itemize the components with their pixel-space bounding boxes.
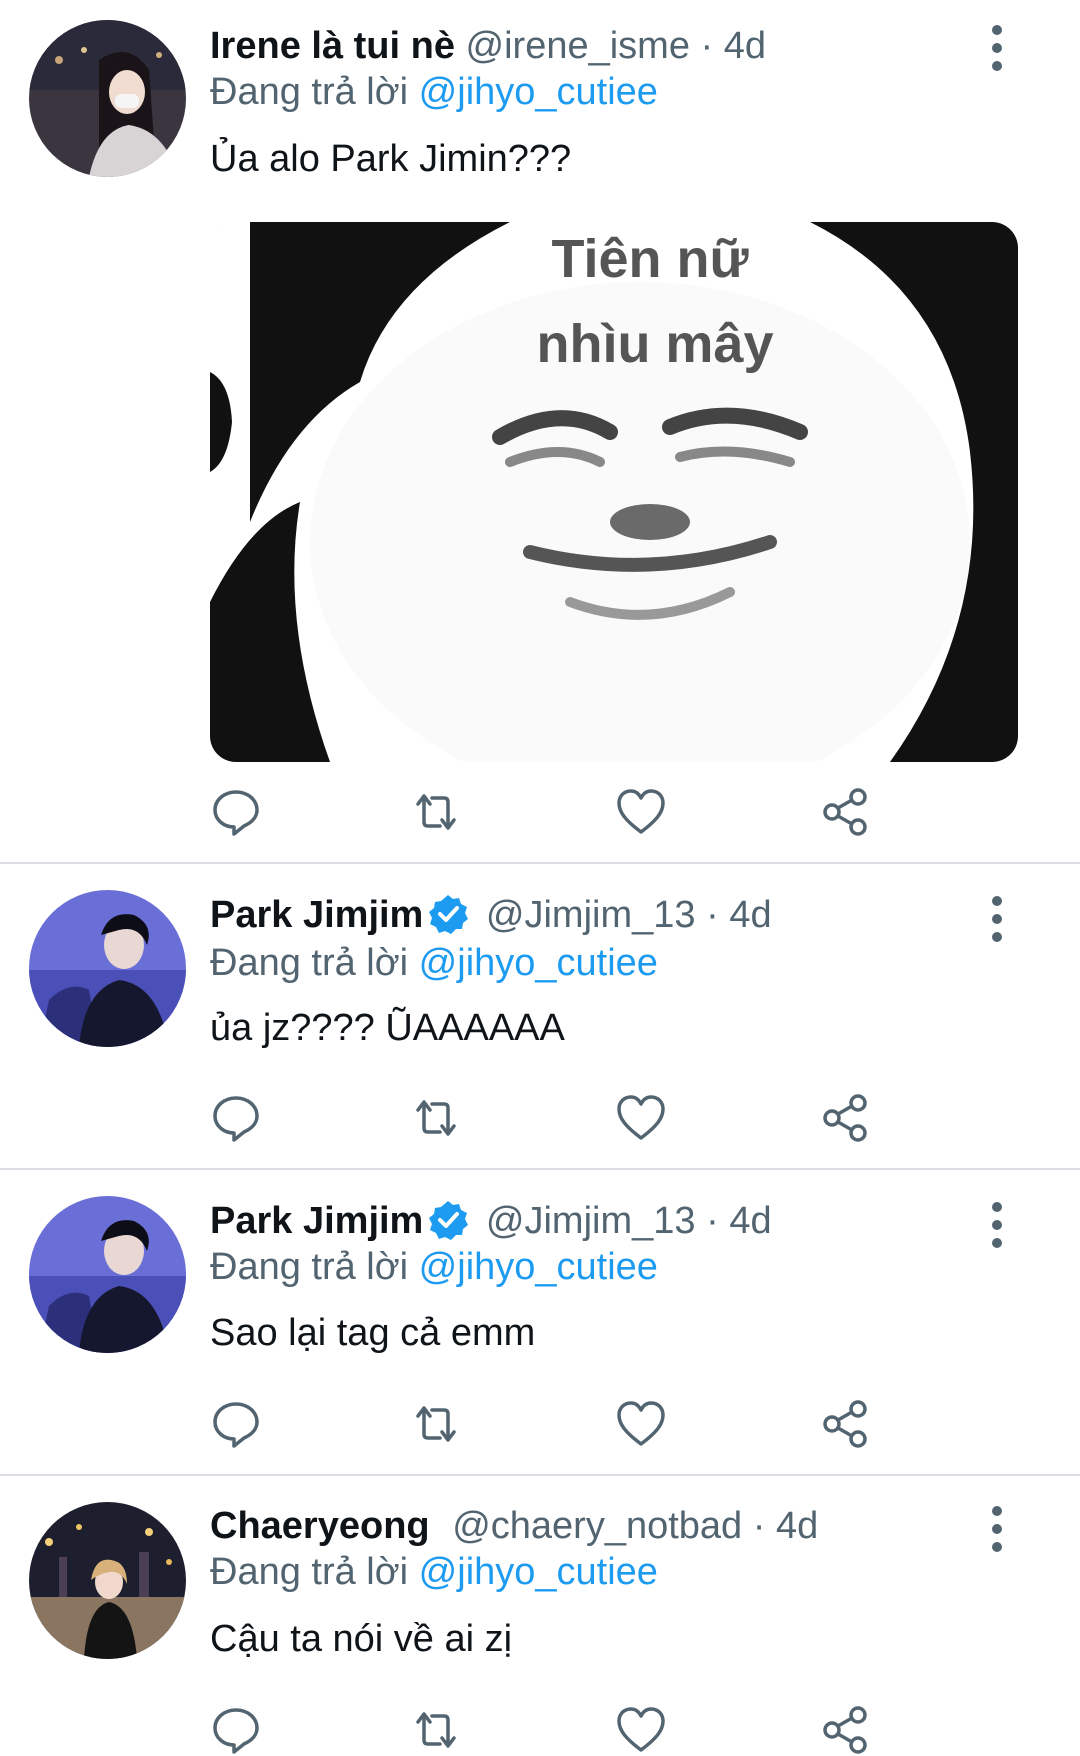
reply-context: Đang trả lời @jihyo_cutiee	[210, 1244, 658, 1290]
tweet-header: Park Jimjim @Jimjim_13 · 4d	[210, 1198, 772, 1244]
display-name[interactable]: Park Jimjim	[210, 1200, 423, 1242]
retweet-icon[interactable]	[410, 1704, 462, 1756]
media-caption-line2: nhìu mây	[536, 314, 773, 374]
heart-icon[interactable]	[615, 1398, 667, 1450]
mention-link[interactable]: @jihyo_cutiee	[419, 1551, 658, 1593]
tweet-header: Irene là tui nè @irene_isme · 4d	[210, 23, 766, 69]
display-name[interactable]: Chaeryeong	[210, 1505, 430, 1547]
retweet-icon[interactable]	[410, 786, 462, 838]
tweet-text: Sao lại tag cả emm	[210, 1312, 536, 1354]
separator-dot: ·	[752, 1505, 766, 1547]
tweet-actions	[210, 1398, 890, 1450]
avatar-jimjim[interactable]	[29, 1196, 186, 1353]
reply-icon[interactable]	[210, 1092, 262, 1144]
share-icon[interactable]	[820, 1092, 872, 1144]
avatar-chaeryeong[interactable]	[29, 1502, 186, 1659]
retweet-icon[interactable]	[410, 1398, 462, 1450]
reply-icon[interactable]	[210, 1398, 262, 1450]
reply-prefix: Đang trả lời	[210, 942, 409, 984]
tweet-text: Ủa alo Park Jimin???	[210, 138, 572, 180]
tweet-jimjim-2[interactable]: Park Jimjim @Jimjim_13 · 4d Đang trả lời…	[0, 1170, 1080, 1474]
more-vertical-icon[interactable]	[985, 1200, 1009, 1250]
user-handle[interactable]: @chaery_notbad	[452, 1505, 742, 1547]
display-name[interactable]: Irene là tui nè	[210, 25, 455, 67]
tweet-actions	[210, 1704, 890, 1756]
share-icon[interactable]	[820, 786, 872, 838]
reply-icon[interactable]	[210, 786, 262, 838]
reply-prefix: Đang trả lời	[210, 1246, 409, 1288]
mention-link[interactable]: @jihyo_cutiee	[419, 942, 658, 984]
tweet-irene[interactable]: Irene là tui nè @irene_isme · 4d Đang tr…	[0, 0, 1080, 862]
user-handle[interactable]: @irene_isme	[466, 25, 690, 67]
verified-badge-icon	[427, 1199, 469, 1241]
mention-link[interactable]: @jihyo_cutiee	[419, 71, 658, 113]
more-vertical-icon[interactable]	[985, 23, 1009, 73]
media-caption-line1: Tiên nữ	[551, 229, 749, 289]
user-handle[interactable]: @Jimjim_13	[486, 894, 696, 936]
user-handle[interactable]: @Jimjim_13	[486, 1200, 696, 1242]
tweet-text: Cậu ta nói về ai zị	[210, 1618, 513, 1660]
heart-icon[interactable]	[615, 1704, 667, 1756]
share-icon[interactable]	[820, 1398, 872, 1450]
heart-icon[interactable]	[615, 1092, 667, 1144]
reply-context: Đang trả lời @jihyo_cutiee	[210, 940, 658, 986]
display-name[interactable]: Park Jimjim	[210, 894, 423, 936]
tweet-media-image[interactable]: Tiên nữ nhìu mây	[210, 222, 1018, 762]
more-vertical-icon[interactable]	[985, 894, 1009, 944]
reply-prefix: Đang trả lời	[210, 71, 409, 113]
tweet-text: ủa jz???? ŨAAAAAA	[210, 1007, 565, 1049]
share-icon[interactable]	[820, 1704, 872, 1756]
timestamp[interactable]: 4d	[776, 1505, 818, 1547]
reply-prefix: Đang trả lời	[210, 1551, 409, 1593]
tweet-header: Chaeryeong @chaery_notbad · 4d	[210, 1503, 818, 1549]
heart-icon[interactable]	[615, 786, 667, 838]
separator-dot: ·	[706, 894, 719, 936]
separator-dot: ·	[700, 25, 714, 67]
timestamp[interactable]: 4d	[724, 25, 766, 67]
timestamp[interactable]: 4d	[729, 894, 771, 936]
separator-dot: ·	[706, 1200, 719, 1242]
tweet-chaeryeong[interactable]: Chaeryeong @chaery_notbad · 4d Đang trả …	[0, 1476, 1080, 1756]
tweet-header: Park Jimjim @Jimjim_13 · 4d	[210, 892, 772, 938]
mention-link[interactable]: @jihyo_cutiee	[419, 1246, 658, 1288]
reply-context: Đang trả lời @jihyo_cutiee	[210, 1549, 658, 1595]
avatar-irene[interactable]	[29, 20, 186, 177]
more-vertical-icon[interactable]	[985, 1504, 1009, 1554]
reply-icon[interactable]	[210, 1704, 262, 1756]
reply-context: Đang trả lời @jihyo_cutiee	[210, 69, 658, 115]
retweet-icon[interactable]	[410, 1092, 462, 1144]
tweet-jimjim-1[interactable]: Park Jimjim @Jimjim_13 · 4d Đang trả lời…	[0, 864, 1080, 1170]
verified-badge-icon	[427, 893, 469, 935]
tweet-actions	[210, 1092, 890, 1144]
avatar-jimjim[interactable]	[29, 890, 186, 1047]
timestamp[interactable]: 4d	[729, 1200, 771, 1242]
tweet-actions	[210, 786, 890, 838]
